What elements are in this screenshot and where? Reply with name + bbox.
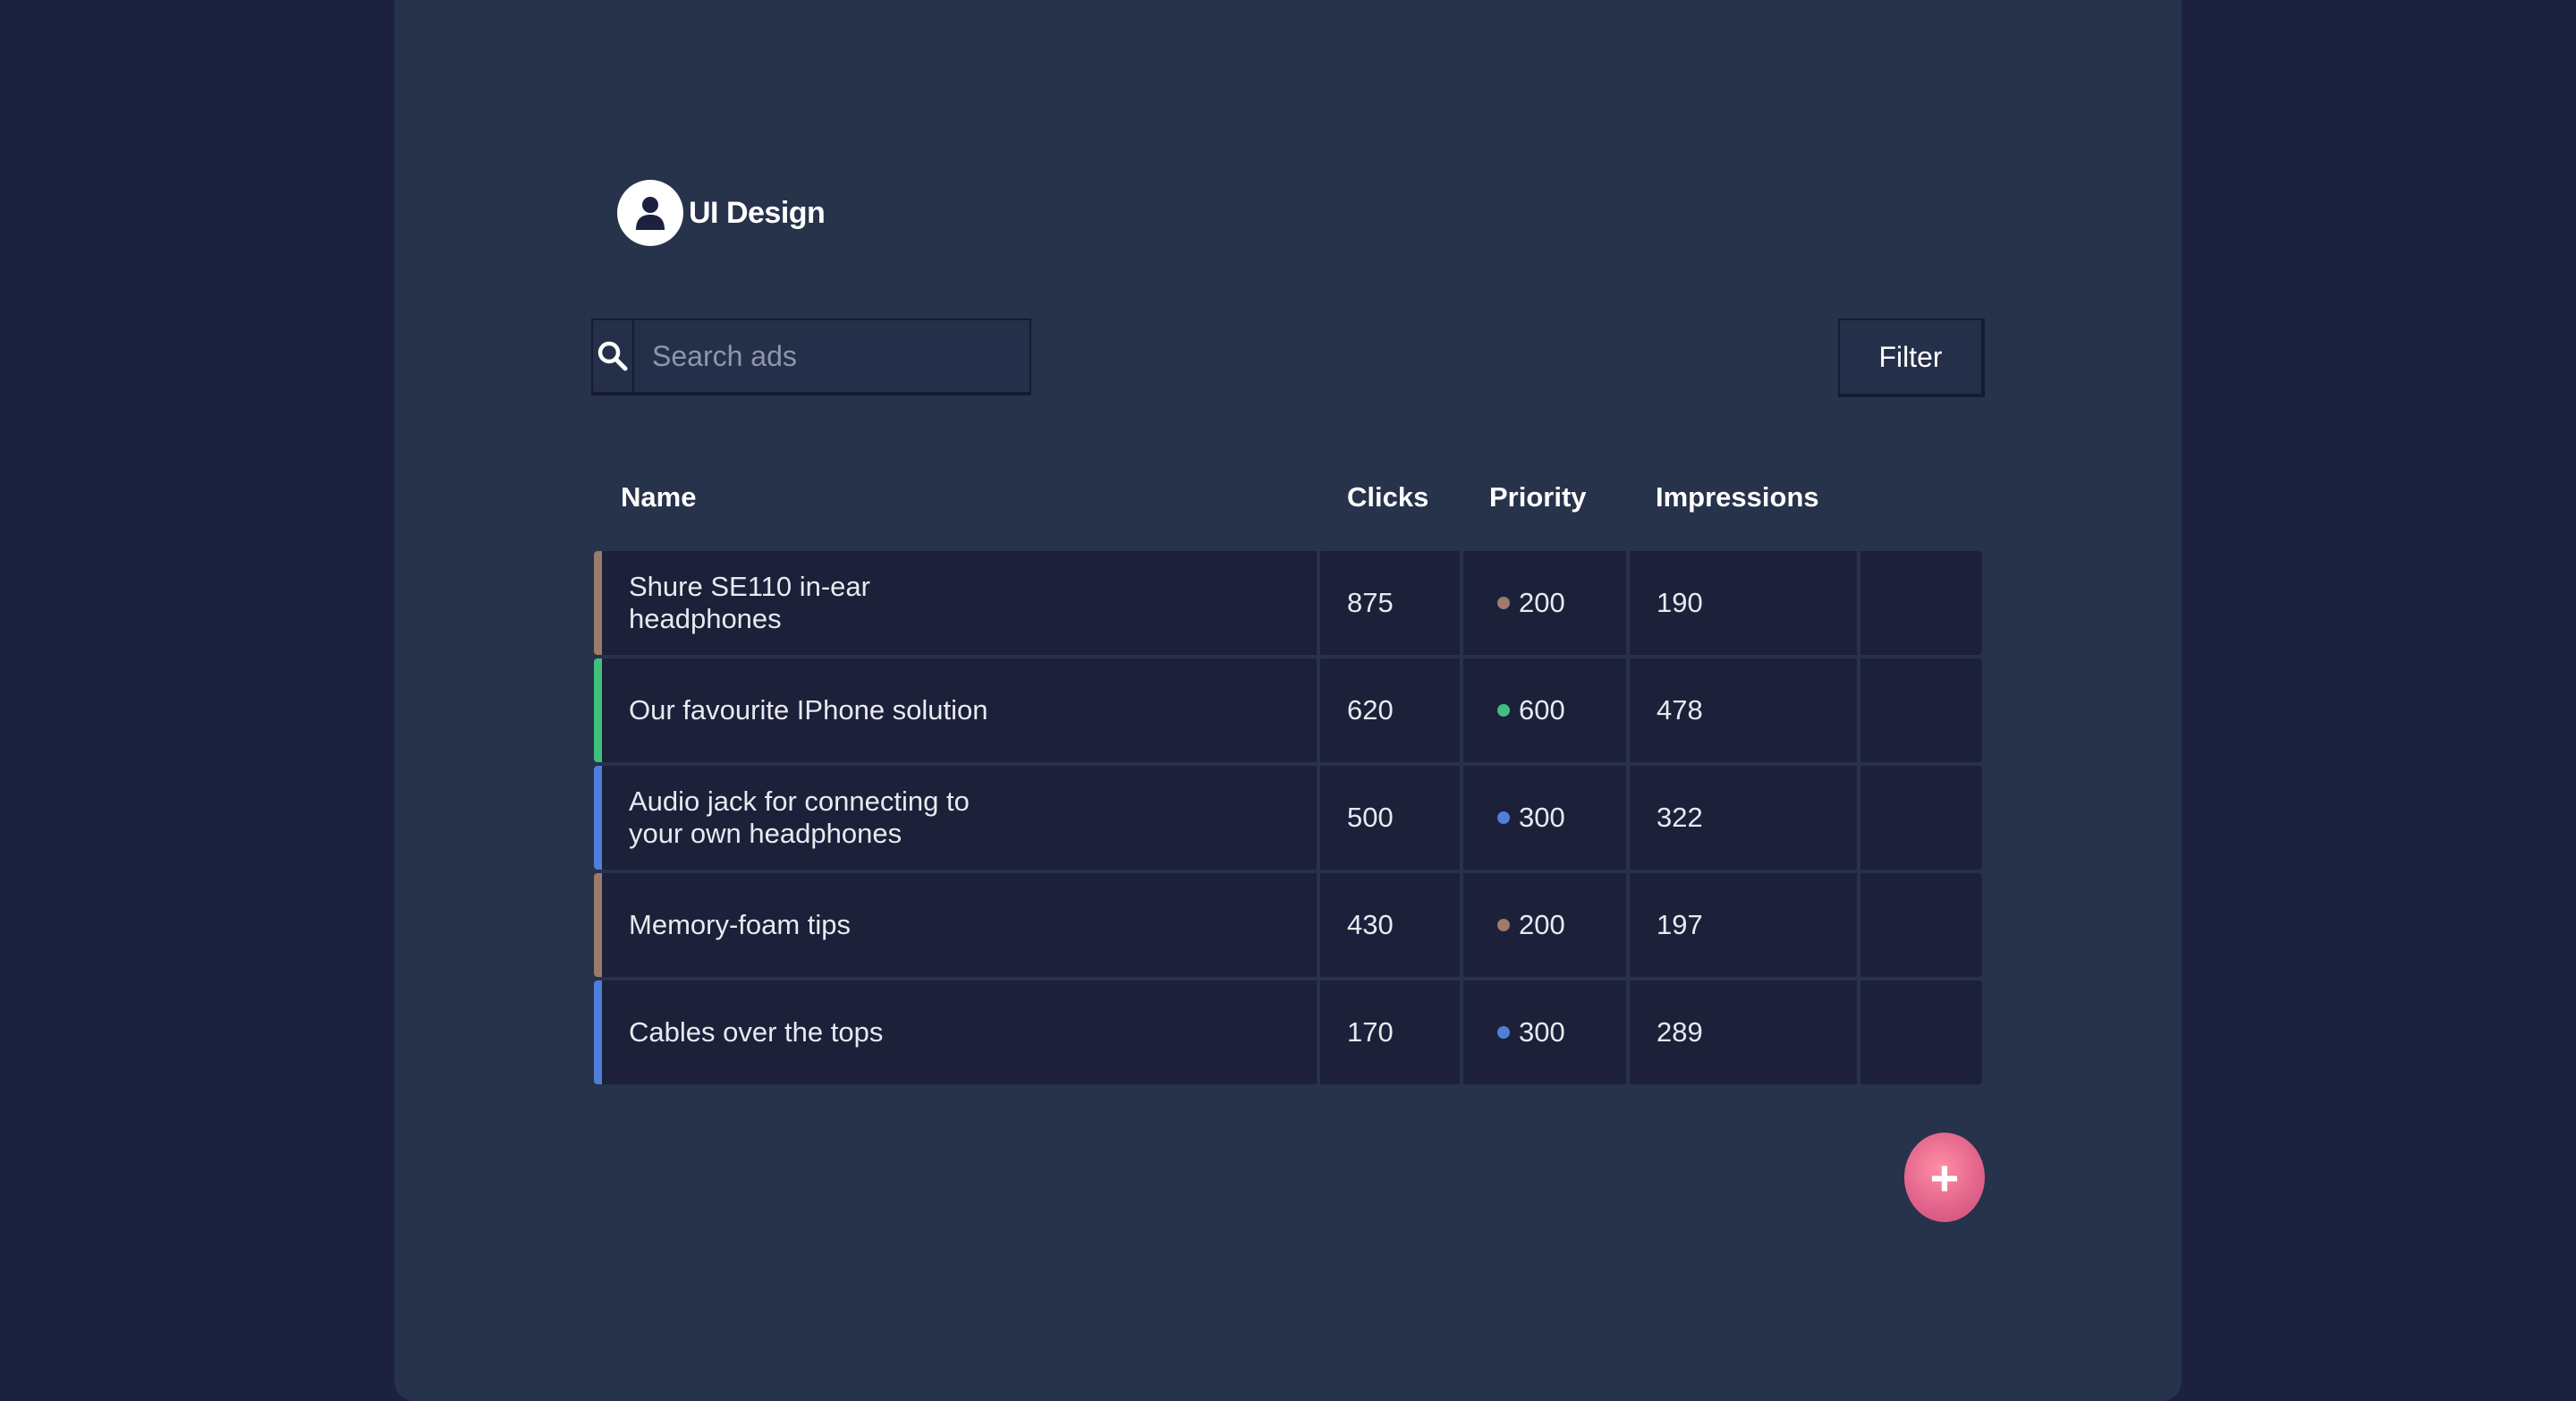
priority-color-stripe (594, 981, 602, 1084)
cell-priority: 300 (1497, 766, 1565, 870)
clicks-value: 875 (1347, 587, 1394, 618)
filter-button[interactable]: Filter (1838, 318, 1985, 397)
column-divider (1317, 658, 1320, 762)
priority-dot-icon (1497, 919, 1510, 931)
priority-value: 200 (1519, 909, 1565, 940)
add-ad-button[interactable]: + (1904, 1133, 1985, 1222)
cell-clicks: 430 (1347, 873, 1394, 977)
column-divider (1460, 551, 1463, 655)
column-divider (1626, 658, 1630, 762)
clicks-value: 500 (1347, 802, 1394, 833)
clicks-value: 620 (1347, 694, 1394, 726)
ad-name: Our favourite IPhone solution (629, 694, 988, 726)
search-icon[interactable] (593, 320, 634, 392)
ad-name: Cables over the tops (629, 1016, 884, 1048)
priority-dot-icon (1497, 704, 1510, 717)
column-divider (1460, 981, 1463, 1084)
impressions-value: 197 (1657, 909, 1703, 940)
cell-name: Cables over the tops (629, 981, 1013, 1084)
ad-name: Audio jack for connecting to your own he… (629, 785, 970, 849)
column-divider (1626, 981, 1630, 1084)
column-divider (1857, 658, 1860, 762)
column-divider (1317, 551, 1320, 655)
cell-name: Our favourite IPhone solution (629, 658, 1013, 762)
column-divider (1460, 766, 1463, 870)
clicks-value: 170 (1347, 1016, 1394, 1048)
brand-header: UI Design (617, 179, 826, 247)
ad-name: Memory-foam tips (629, 909, 852, 940)
cell-priority: 300 (1497, 981, 1565, 1084)
table-row[interactable]: Our favourite IPhone solution 620 600 47… (594, 658, 1982, 762)
impressions-value: 322 (1657, 802, 1703, 833)
cell-priority: 200 (1497, 873, 1565, 977)
table-row[interactable]: Memory-foam tips 430 200 197 (594, 873, 1982, 977)
table-row[interactable]: Shure SE110 in-ear headphones 875 200 19… (594, 551, 1982, 655)
cell-impressions: 322 (1657, 766, 1703, 870)
column-header-name[interactable]: Name (621, 481, 696, 514)
priority-value: 600 (1519, 694, 1565, 726)
cell-name: Audio jack for connecting to your own he… (629, 766, 1013, 870)
column-divider (1626, 873, 1630, 977)
priority-color-stripe (594, 551, 602, 655)
column-divider (1857, 873, 1860, 977)
column-divider (1857, 981, 1860, 1084)
cell-clicks: 620 (1347, 658, 1394, 762)
column-divider (1626, 551, 1630, 655)
column-divider (1857, 766, 1860, 870)
table-header: Name Clicks Priority Impressions (0, 481, 2576, 524)
cell-impressions: 190 (1657, 551, 1703, 655)
priority-color-stripe (594, 658, 602, 762)
priority-value: 200 (1519, 587, 1565, 618)
cell-priority: 600 (1497, 658, 1565, 762)
column-divider (1460, 658, 1463, 762)
page-title: UI Design (689, 195, 826, 230)
cell-priority: 200 (1497, 551, 1565, 655)
cell-clicks: 500 (1347, 766, 1394, 870)
priority-dot-icon (1497, 597, 1510, 609)
cell-impressions: 478 (1657, 658, 1703, 762)
priority-dot-icon (1497, 1026, 1510, 1039)
priority-value: 300 (1519, 1016, 1565, 1048)
search-input[interactable] (634, 319, 1030, 393)
cell-impressions: 197 (1657, 873, 1703, 977)
cell-clicks: 170 (1347, 981, 1394, 1084)
column-divider (1857, 551, 1860, 655)
cell-name: Shure SE110 in-ear headphones (629, 551, 1013, 655)
user-icon (617, 180, 683, 246)
search-bar (591, 318, 1031, 395)
cell-impressions: 289 (1657, 981, 1703, 1084)
column-divider (1317, 766, 1320, 870)
impressions-value: 478 (1657, 694, 1703, 726)
column-header-priority[interactable]: Priority (1489, 481, 1587, 514)
column-divider (1460, 873, 1463, 977)
priority-dot-icon (1497, 811, 1510, 824)
priority-value: 300 (1519, 802, 1565, 833)
clicks-value: 430 (1347, 909, 1394, 940)
cell-name: Memory-foam tips (629, 873, 1013, 977)
column-divider (1317, 981, 1320, 1084)
cell-clicks: 875 (1347, 551, 1394, 655)
priority-color-stripe (594, 873, 602, 977)
impressions-value: 190 (1657, 587, 1703, 618)
column-divider (1626, 766, 1630, 870)
table-row[interactable]: Audio jack for connecting to your own he… (594, 766, 1982, 870)
table-row[interactable]: Cables over the tops 170 300 289 (594, 981, 1982, 1084)
column-header-clicks[interactable]: Clicks (1347, 481, 1428, 514)
priority-color-stripe (594, 766, 602, 870)
ads-table: Shure SE110 in-ear headphones 875 200 19… (594, 551, 1982, 1088)
column-header-impressions[interactable]: Impressions (1656, 481, 1819, 514)
impressions-value: 289 (1657, 1016, 1703, 1048)
ad-name: Shure SE110 in-ear headphones (629, 571, 870, 634)
column-divider (1317, 873, 1320, 977)
